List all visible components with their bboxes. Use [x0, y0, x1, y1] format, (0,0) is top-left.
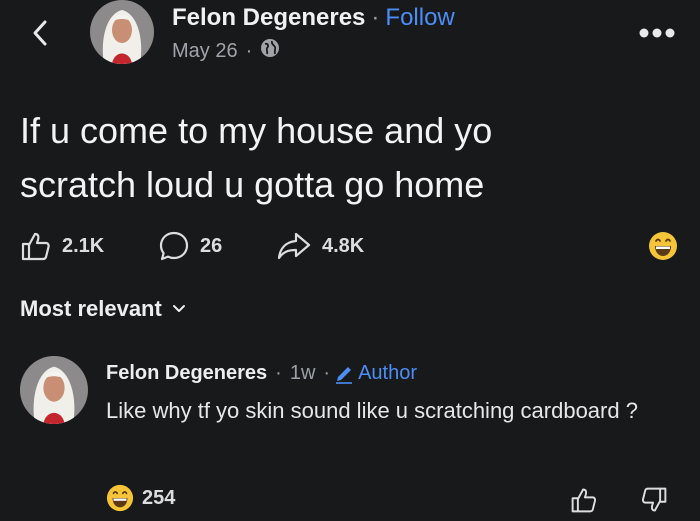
share-count: 4.8K [322, 234, 365, 257]
chevron-left-icon [33, 20, 47, 46]
author-badge-label: Author [358, 362, 418, 384]
comment-avatar[interactable] [20, 356, 88, 424]
post-body: If u come to my house and yo scratch lou… [20, 104, 690, 212]
post-meta: May 26 · [172, 38, 280, 64]
comment-author[interactable]: Felon Degeneres [106, 362, 267, 385]
thumbs-down-icon [641, 487, 667, 512]
grin-emoji-icon [106, 484, 134, 512]
separator: · [323, 362, 331, 384]
share-arrow-icon [277, 232, 311, 260]
comment-count: 26 [200, 234, 223, 257]
post-header: Felon Degeneres · Follow [172, 4, 455, 32]
grin-emoji-icon [649, 232, 677, 260]
like-count: 2.1K [62, 234, 105, 257]
author-badge: Author [334, 362, 417, 385]
separator: · [275, 362, 282, 384]
chevron-down-icon [172, 305, 185, 312]
like-button[interactable]: 2.1K [20, 226, 104, 266]
follow-button[interactable]: Follow [385, 4, 454, 31]
thumbs-up-icon [21, 232, 50, 261]
comment-button[interactable]: 26 [158, 226, 222, 266]
comment-header: Felon Degeneres · 1w · Author [106, 362, 417, 385]
post-date[interactable]: May 26 [172, 40, 238, 63]
comment-time: 1w [289, 362, 316, 384]
globe-icon [260, 38, 280, 64]
sort-label: Most relevant [20, 296, 162, 321]
reaction-count: 254 [142, 486, 176, 509]
comment-reactions[interactable]: 254 [106, 484, 175, 512]
share-button[interactable]: 4.8K [276, 226, 364, 266]
thumbs-up-icon [571, 488, 597, 513]
more-dots-icon [639, 28, 675, 38]
comment-bubble-icon [159, 231, 189, 261]
post-text-line: If u come to my house and yo [20, 110, 493, 151]
comment-text: Like why tf yo skin sound like u scratch… [106, 398, 638, 423]
meta-separator: · [245, 39, 253, 62]
avatar[interactable] [90, 0, 154, 64]
comment-like-button[interactable] [570, 486, 598, 519]
separator: · [371, 4, 380, 31]
reaction-button[interactable] [648, 231, 678, 266]
comment-dislike-button[interactable] [640, 486, 668, 519]
back-button[interactable] [24, 16, 58, 50]
pencil-icon [336, 366, 353, 384]
more-options-button[interactable] [638, 26, 676, 38]
author-name[interactable]: Felon Degeneres [172, 4, 365, 31]
sort-dropdown[interactable]: Most relevant [20, 296, 186, 322]
post-text-line: scratch loud u gotta go home [20, 164, 485, 205]
